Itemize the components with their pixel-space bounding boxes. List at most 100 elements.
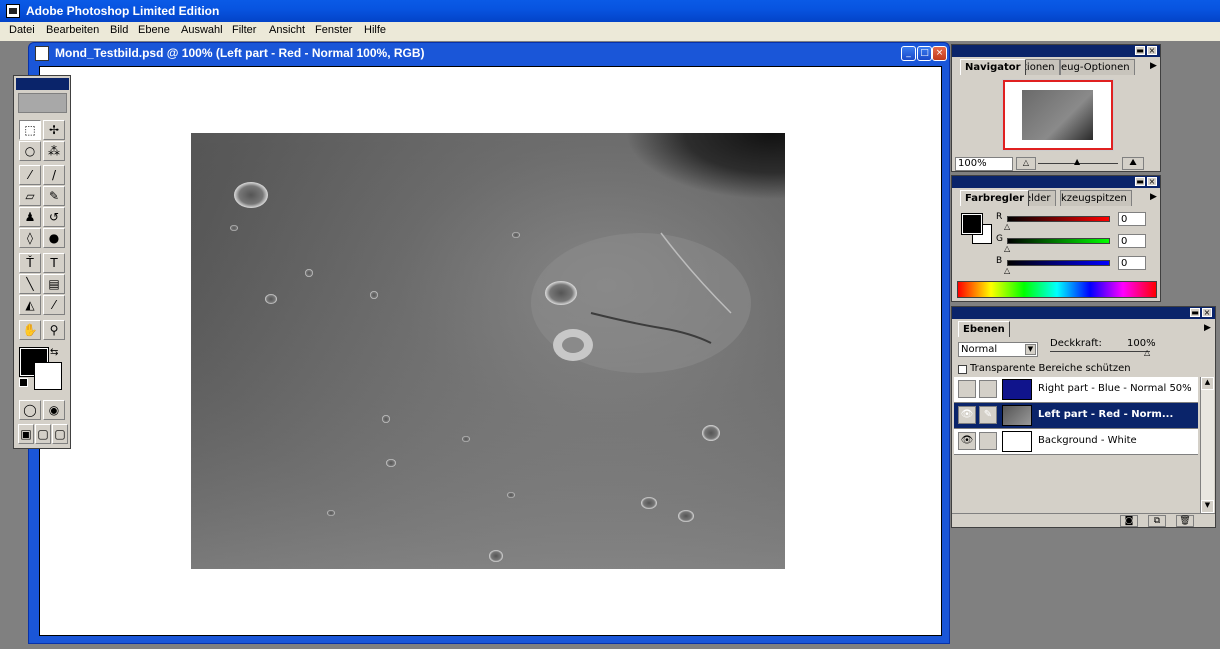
paint-bucket-tool-icon[interactable]: ◭ bbox=[19, 295, 41, 315]
green-slider[interactable] bbox=[1007, 238, 1110, 244]
hand-tool-icon[interactable]: ✋ bbox=[19, 320, 41, 340]
panel-menu-arrow-icon[interactable]: ▶ bbox=[1204, 323, 1211, 333]
screen-mode-menu-icon[interactable]: ▢ bbox=[35, 424, 51, 444]
eye-icon[interactable]: 👁 bbox=[958, 432, 976, 450]
blend-mode-select[interactable]: Normal ▼ bbox=[958, 342, 1038, 357]
layer-link-toggle[interactable] bbox=[979, 380, 997, 398]
tab-tool-options[interactable]: eug-Optionen bbox=[1060, 59, 1135, 75]
layer-mask-icon[interactable]: ◙ bbox=[1120, 515, 1138, 527]
type-tool-icon[interactable]: T bbox=[43, 253, 65, 273]
zoom-in-icon[interactable]: ⛰ bbox=[1122, 157, 1144, 170]
scroll-up-arrow-icon[interactable]: ▲ bbox=[1201, 377, 1214, 390]
move-tool-icon[interactable]: ✢ bbox=[43, 120, 65, 140]
layers-panel-header[interactable] bbox=[952, 307, 1215, 319]
toolbox-header[interactable] bbox=[16, 78, 69, 90]
red-value-field[interactable]: 0 bbox=[1118, 212, 1146, 226]
trash-icon[interactable]: 🗑 bbox=[1176, 515, 1194, 527]
layer-row-background[interactable]: 👁 Background - White bbox=[954, 429, 1198, 455]
gradient-tool-icon[interactable]: ▤ bbox=[43, 274, 65, 294]
panel-minimize-button[interactable]: ▬ bbox=[1135, 46, 1145, 55]
zoom-tool-icon[interactable]: ⚲ bbox=[43, 320, 65, 340]
color-spectrum-bar[interactable] bbox=[957, 281, 1157, 298]
panel-close-button[interactable]: × bbox=[1147, 177, 1157, 186]
standard-mode-icon[interactable]: ◯ bbox=[19, 400, 41, 420]
brush-tool-icon[interactable]: / bbox=[43, 165, 65, 185]
navigator-zoom-slider-thumb[interactable]: ▲ bbox=[1074, 157, 1080, 166]
navigator-thumbnail[interactable] bbox=[1002, 79, 1114, 151]
tab-layers[interactable]: Ebenen bbox=[958, 321, 1010, 337]
panel-close-button[interactable]: × bbox=[1147, 46, 1157, 55]
red-slider[interactable] bbox=[1007, 216, 1110, 222]
opacity-value[interactable]: 100% bbox=[1127, 338, 1156, 349]
eraser-tool-icon[interactable]: ▱ bbox=[19, 186, 41, 206]
document-canvas[interactable] bbox=[39, 66, 942, 636]
panel-menu-arrow-icon[interactable]: ▶ bbox=[1150, 192, 1157, 202]
green-slider-thumb[interactable]: △ bbox=[1004, 244, 1010, 253]
preserve-transparency-checkbox[interactable] bbox=[958, 365, 967, 374]
marquee-tool-icon[interactable]: ⬚ bbox=[19, 120, 41, 140]
screen-mode-standard-icon[interactable]: ▣ bbox=[18, 424, 34, 444]
eye-icon[interactable]: 👁 bbox=[958, 406, 976, 424]
magic-wand-tool-icon[interactable]: ⁂ bbox=[43, 141, 65, 161]
photoshop-app-icon[interactable] bbox=[6, 4, 20, 18]
menu-bearbeiten[interactable]: Bearbeiten bbox=[46, 24, 99, 36]
layer-row-left-part[interactable]: 👁 ✎ Left part - Red - Norm... bbox=[954, 403, 1198, 429]
blue-slider-thumb[interactable]: △ bbox=[1004, 266, 1010, 275]
blur-tool-icon[interactable]: ◊ bbox=[19, 228, 41, 248]
blue-value-field[interactable]: 0 bbox=[1118, 256, 1146, 270]
blue-slider[interactable] bbox=[1007, 260, 1110, 266]
opacity-slider[interactable] bbox=[1050, 351, 1150, 352]
dodge-tool-icon[interactable]: ● bbox=[43, 228, 65, 248]
color-panel-header[interactable] bbox=[952, 176, 1160, 188]
moon-image[interactable] bbox=[191, 133, 785, 569]
menu-auswahl[interactable]: Auswahl bbox=[181, 24, 223, 36]
menu-datei[interactable]: Datei bbox=[9, 24, 35, 36]
navigator-zoom-field[interactable]: 100% bbox=[955, 157, 1013, 171]
tab-brushes[interactable]: kzeugspitzen bbox=[1060, 190, 1132, 206]
vertical-type-tool-icon[interactable]: Ť bbox=[19, 253, 41, 273]
lasso-tool-icon[interactable]: ○ bbox=[19, 141, 41, 161]
chevron-down-icon[interactable]: ▼ bbox=[1025, 344, 1036, 355]
navigator-view-box[interactable] bbox=[1003, 80, 1113, 150]
menu-fenster[interactable]: Fenster bbox=[315, 24, 352, 36]
scroll-down-arrow-icon[interactable]: ▼ bbox=[1201, 500, 1214, 513]
layer-visibility-toggle[interactable] bbox=[958, 380, 976, 398]
new-layer-icon[interactable]: ⧉ bbox=[1148, 515, 1166, 527]
panel-close-button[interactable]: × bbox=[1202, 308, 1212, 317]
default-colors-icon[interactable] bbox=[19, 378, 28, 387]
quick-mask-mode-icon[interactable]: ◉ bbox=[43, 400, 65, 420]
pencil-tool-icon[interactable]: ✎ bbox=[43, 186, 65, 206]
color-foreground-swatch[interactable] bbox=[961, 213, 983, 235]
tab-color[interactable]: Farbregler bbox=[960, 190, 1030, 206]
navigator-panel-header[interactable] bbox=[952, 45, 1160, 57]
menu-ebene[interactable]: Ebene bbox=[138, 24, 170, 36]
layers-scrollbar[interactable]: ▲ ▼ bbox=[1200, 377, 1214, 513]
menu-ansicht[interactable]: Ansicht bbox=[269, 24, 305, 36]
close-button[interactable]: × bbox=[932, 46, 947, 61]
panel-minimize-button[interactable]: ▬ bbox=[1190, 308, 1200, 317]
tab-navigator[interactable]: Navigator bbox=[960, 59, 1026, 75]
minimize-button[interactable]: _ bbox=[901, 46, 916, 61]
line-tool-icon[interactable]: ╲ bbox=[19, 274, 41, 294]
layer-row-right-part[interactable]: Right part - Blue - Normal 50% bbox=[954, 377, 1198, 403]
maximize-button[interactable]: □ bbox=[917, 46, 932, 61]
eyedropper-tool-icon[interactable]: ⁄ bbox=[43, 295, 65, 315]
swap-colors-icon[interactable]: ⇆ bbox=[50, 347, 58, 358]
history-brush-tool-icon[interactable]: ↺ bbox=[43, 207, 65, 227]
panel-menu-arrow-icon[interactable]: ▶ bbox=[1150, 61, 1157, 71]
menu-bild[interactable]: Bild bbox=[110, 24, 128, 36]
panel-minimize-button[interactable]: ▬ bbox=[1135, 177, 1145, 186]
red-slider-thumb[interactable]: △ bbox=[1004, 222, 1010, 231]
green-value-field[interactable]: 0 bbox=[1118, 234, 1146, 248]
brush-icon[interactable]: ✎ bbox=[979, 406, 997, 424]
airbrush-tool-icon[interactable]: ⁄ bbox=[19, 165, 41, 185]
zoom-out-icon[interactable]: △ bbox=[1016, 157, 1036, 170]
screen-mode-full-icon[interactable]: ▢ bbox=[52, 424, 68, 444]
stamp-tool-icon[interactable]: ♟ bbox=[19, 207, 41, 227]
tab-info[interactable]: tionen bbox=[1022, 59, 1060, 75]
background-color-swatch[interactable] bbox=[34, 362, 62, 390]
menu-hilfe[interactable]: Hilfe bbox=[364, 24, 386, 36]
adobe-eye-icon[interactable] bbox=[18, 93, 67, 113]
opacity-slider-thumb[interactable]: △ bbox=[1144, 348, 1150, 357]
menu-filter[interactable]: Filter bbox=[232, 24, 256, 36]
